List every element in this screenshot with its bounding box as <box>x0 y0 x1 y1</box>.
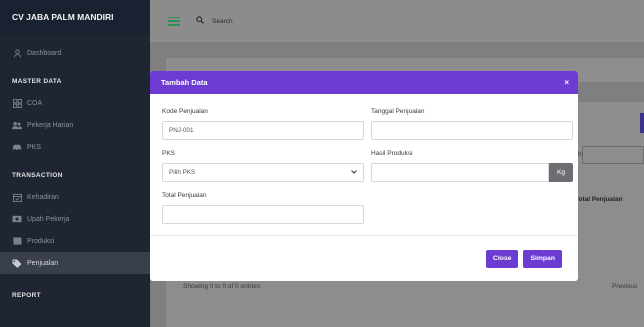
pks-label: PKS <box>162 150 176 157</box>
sidebar-item-label: Pekerja Harian <box>27 121 74 129</box>
section-master-data: MASTER DATA <box>12 77 62 85</box>
field-total-penjualan: Total Penjualan <box>162 192 364 234</box>
sidebar-item-label: COA <box>27 99 43 107</box>
car-icon <box>12 142 22 152</box>
tanggal-penjualan-input[interactable] <box>371 121 573 140</box>
hasil-produksi-label: Hasil Produksi <box>371 150 413 157</box>
box-icon <box>12 236 22 246</box>
section-transaction: TRANSACTION <box>12 171 63 179</box>
sidebar-item-label: Kehadiran <box>27 193 59 201</box>
grid-icon <box>12 98 22 108</box>
hasil-produksi-input[interactable] <box>371 163 549 182</box>
modal-body: Kode Penjualan PNJ-001 Tanggal Penjualan… <box>150 94 578 234</box>
modal-footer: Close Simpan <box>150 235 578 281</box>
close-icon[interactable]: × <box>564 78 569 87</box>
sidebar-item-coa[interactable]: COA <box>0 92 150 114</box>
field-hasil-produksi: Hasil Produksi Kg <box>371 150 573 192</box>
total-penjualan-label: Total Penjualan <box>162 192 207 199</box>
user-icon <box>12 48 22 58</box>
users-icon <box>12 120 22 130</box>
brand-title: CV JABA PALM MANDIRI <box>0 0 150 34</box>
money-bill-icon <box>12 214 22 224</box>
column-header-total-penjualan[interactable]: Total Penjualan <box>575 196 623 203</box>
pagination-previous[interactable]: Previous <box>612 283 637 290</box>
search-bar[interactable]: Search <box>196 16 233 26</box>
sidebar-item-produksi[interactable]: Produksi <box>0 230 150 252</box>
sidebar-item-label: Penjualan <box>27 259 59 267</box>
menu-toggle-icon[interactable] <box>168 16 180 26</box>
section-report: REPORT <box>12 291 41 299</box>
sidebar-item-kehadiran[interactable]: Kehadiran <box>0 186 150 208</box>
sidebar-item-label: PKS <box>27 143 42 151</box>
tambah-data-modal: Tambah Data × Kode Penjualan PNJ-001 Tan… <box>150 71 578 281</box>
kode-penjualan-input[interactable]: PNJ-001 <box>162 121 364 140</box>
close-button[interactable]: Close <box>485 249 519 268</box>
topbar: Search <box>150 0 644 42</box>
sidebar-item-penjualan[interactable]: Penjualan <box>0 252 150 274</box>
modal-header: Tambah Data × <box>150 71 578 94</box>
tag-icon <box>12 258 22 268</box>
table-search-label: h: <box>578 151 584 158</box>
search-input[interactable]: Search <box>212 18 233 25</box>
unit-addon: Kg <box>549 163 573 182</box>
sidebar-item-pekerja-harian[interactable]: Pekerja Harian <box>0 114 150 136</box>
total-penjualan-input[interactable] <box>162 205 364 224</box>
save-button[interactable]: Simpan <box>523 249 562 268</box>
sidebar-item-label: Produksi <box>27 237 55 245</box>
tanggal-penjualan-label: Tanggal Penjualan <box>371 108 425 115</box>
field-tanggal-penjualan: Tanggal Penjualan <box>371 108 573 150</box>
calendar-check-icon <box>12 192 22 202</box>
sidebar-item-label: Dashboard <box>27 49 62 57</box>
table-search-input[interactable] <box>582 146 644 164</box>
field-pks: PKS Pilih PKS <box>162 150 364 192</box>
field-kode-penjualan: Kode Penjualan PNJ-001 <box>162 108 364 150</box>
chevron-down-icon <box>351 169 357 176</box>
sidebar-item-dashboard[interactable]: Dashboard <box>0 42 150 64</box>
kode-penjualan-label: Kode Penjualan <box>162 108 208 115</box>
pks-selected-value: Pilih PKS <box>169 169 196 176</box>
sidebar-item-pks[interactable]: PKS <box>0 136 150 158</box>
sidebar: CV JABA PALM MANDIRI Dashboard MASTER DA… <box>0 0 150 327</box>
search-icon <box>196 16 204 26</box>
sidebar-item-upah-pekerja[interactable]: Upah Pekerja <box>0 208 150 230</box>
hasil-produksi-group: Kg <box>371 163 573 182</box>
sidebar-item-label: Upah Pekerja <box>27 215 70 223</box>
modal-title: Tambah Data <box>161 78 208 87</box>
add-data-button[interactable] <box>640 113 644 133</box>
pks-select[interactable]: Pilih PKS <box>162 163 364 182</box>
table-info: Showing 0 to 0 of 0 entries <box>183 283 260 290</box>
